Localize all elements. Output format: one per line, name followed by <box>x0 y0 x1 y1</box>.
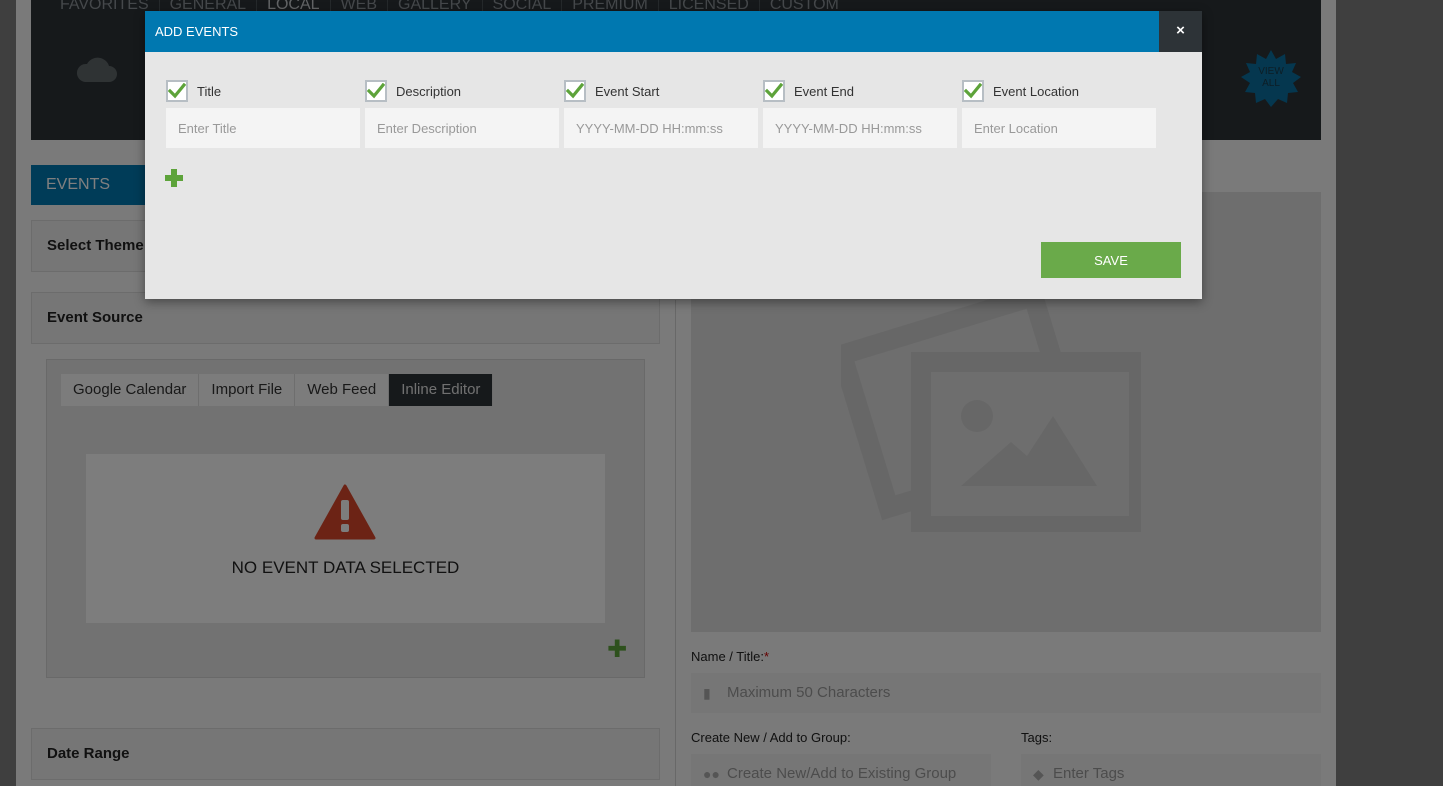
event-end-checkbox-row: Event End <box>763 80 957 102</box>
event-start-checkbox[interactable] <box>564 80 586 102</box>
event-location-checkbox-label: Event Location <box>993 83 1080 99</box>
checkmark-icon <box>168 83 186 99</box>
column-event-end: Event End <box>763 80 957 148</box>
checkmark-icon <box>566 83 584 99</box>
checkmark-icon <box>367 83 385 99</box>
column-event-location: Event Location <box>962 80 1156 148</box>
event-location-checkbox-row: Event Location <box>962 80 1156 102</box>
add-row-plus-icon[interactable] <box>165 169 183 187</box>
event-location-checkbox[interactable] <box>962 80 984 102</box>
close-button[interactable]: × <box>1159 11 1202 52</box>
event-location-input[interactable] <box>962 108 1156 148</box>
add-events-modal: ADD EVENTS × Title Description Event Sta… <box>145 11 1202 299</box>
column-title: Title <box>166 80 360 148</box>
description-checkbox-label: Description <box>396 83 462 99</box>
title-input[interactable] <box>166 108 360 148</box>
event-start-input[interactable] <box>564 108 758 148</box>
event-start-checkbox-row: Event Start <box>564 80 758 102</box>
checkmark-icon <box>765 83 783 99</box>
checkmark-icon <box>964 83 982 99</box>
title-checkbox[interactable] <box>166 80 188 102</box>
title-checkbox-row: Title <box>166 80 360 102</box>
description-checkbox-row: Description <box>365 80 559 102</box>
title-checkbox-label: Title <box>197 83 222 99</box>
event-end-checkbox[interactable] <box>763 80 785 102</box>
event-start-checkbox-label: Event Start <box>595 83 660 99</box>
modal-title: ADD EVENTS <box>155 24 239 39</box>
modal-header: ADD EVENTS × <box>145 11 1202 52</box>
column-event-start: Event Start <box>564 80 758 148</box>
event-end-input[interactable] <box>763 108 957 148</box>
event-end-checkbox-label: Event End <box>794 83 854 99</box>
save-button[interactable]: SAVE <box>1041 242 1181 278</box>
description-checkbox[interactable] <box>365 80 387 102</box>
column-description: Description <box>365 80 559 148</box>
description-input[interactable] <box>365 108 559 148</box>
